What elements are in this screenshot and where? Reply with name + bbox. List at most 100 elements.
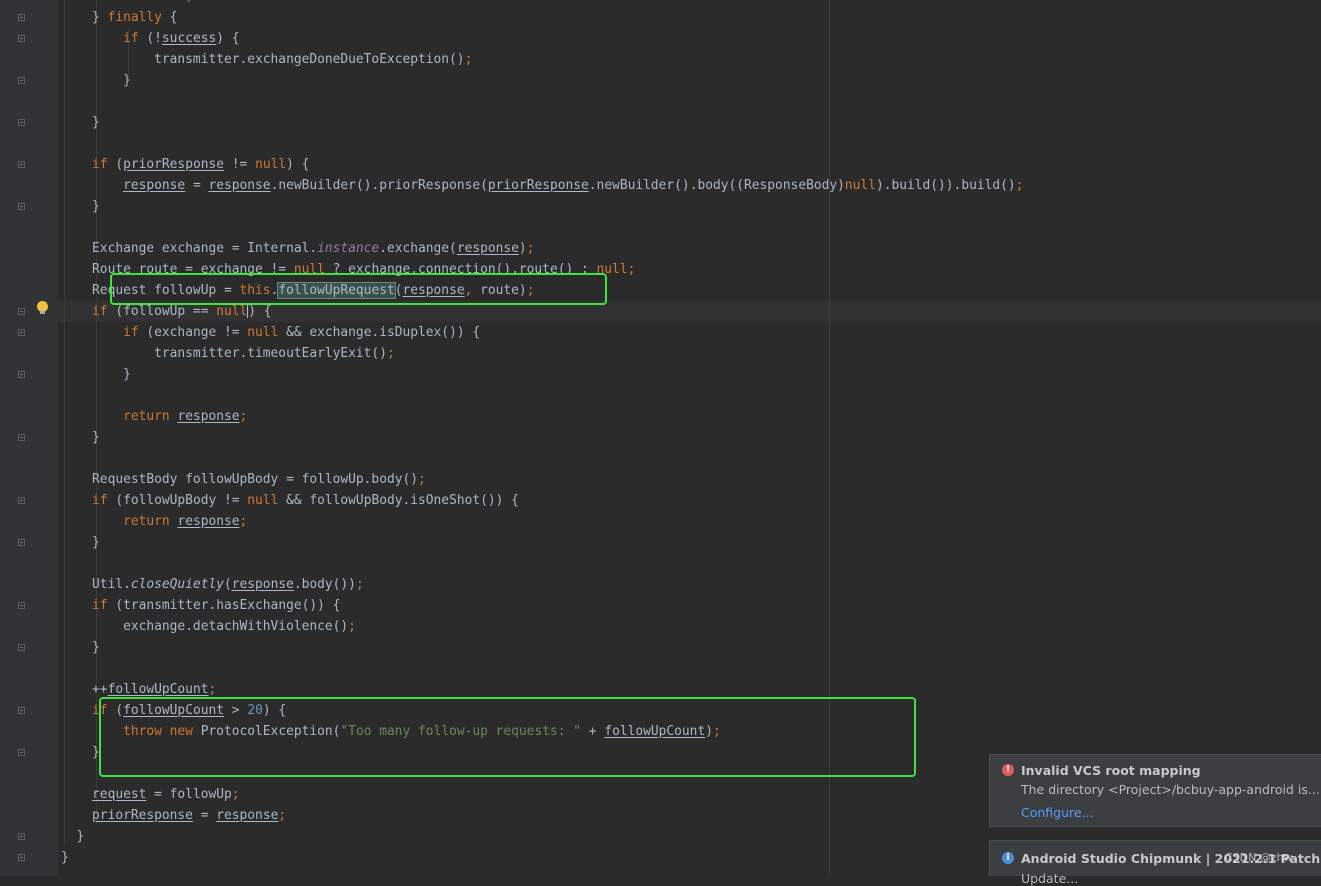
code-token: .exchange(	[379, 241, 457, 256]
notification-text: Update...	[1021, 871, 1079, 886]
code-token: && exchange.isDuplex()) {	[278, 325, 481, 340]
notification-vcs-root[interactable]: ! Invalid VCS root mapping The directory…	[989, 754, 1321, 827]
code-token: =	[192, 808, 217, 823]
code-line[interactable]: Util.closeQuietly(response.body());	[61, 574, 1023, 595]
code-line[interactable]: response = response.newBuilder().priorRe…	[61, 175, 1023, 196]
code-line[interactable]: Exchange exchange = Internal.instance.ex…	[61, 238, 1023, 259]
code-line[interactable]	[61, 133, 1023, 154]
code-token: null	[247, 325, 279, 340]
fold-marker[interactable]	[18, 539, 25, 546]
code-token: null	[844, 178, 876, 193]
code-line[interactable]	[61, 553, 1023, 574]
code-line[interactable]: continue;	[61, 0, 1023, 7]
code-token: ;	[386, 346, 395, 361]
code-token: success	[161, 31, 217, 46]
code-line[interactable]: transmitter.timeoutEarlyExit();	[61, 343, 1023, 364]
code-line[interactable]: }	[61, 427, 1023, 448]
code-line[interactable]: request = followUp;	[61, 784, 1023, 805]
code-line[interactable]: RequestBody followUpBody = followUp.body…	[61, 469, 1023, 490]
code-token: response	[177, 514, 240, 529]
fold-marker[interactable]	[18, 497, 25, 504]
code-token: priorResponse	[123, 157, 225, 172]
code-token: null	[216, 304, 248, 319]
code-token: ;	[526, 241, 535, 256]
code-line[interactable]: }	[61, 196, 1023, 217]
code-line[interactable]: return response;	[61, 511, 1023, 532]
code-token: ;	[355, 577, 364, 592]
fold-marker[interactable]	[18, 854, 25, 861]
lightbulb-icon[interactable]	[37, 301, 48, 314]
code-token: }	[61, 430, 100, 445]
fold-marker[interactable]	[18, 308, 25, 315]
fold-marker[interactable]	[18, 119, 25, 126]
code-line[interactable]: return response;	[61, 406, 1023, 427]
code-token: (exchange !=	[138, 325, 248, 340]
code-token: }	[61, 829, 85, 844]
code-token: if	[92, 598, 108, 613]
configure-link[interactable]: Configure...	[1021, 805, 1094, 820]
highlight-box-followup-count-check	[99, 697, 916, 777]
fold-marker[interactable]	[18, 602, 25, 609]
code-line[interactable]	[61, 217, 1023, 238]
code-line[interactable]: transmitter.exchangeDoneDueToException()…	[61, 49, 1023, 70]
code-line[interactable]: if (followUpBody != null && followUpBody…	[61, 490, 1023, 511]
fold-marker[interactable]	[18, 644, 25, 651]
code-line[interactable]: }	[61, 826, 1023, 847]
fold-marker[interactable]	[18, 749, 25, 756]
code-token: ;	[239, 409, 248, 424]
code-line[interactable]: if (!success) {	[61, 28, 1023, 49]
fold-marker[interactable]	[18, 434, 25, 441]
code-token: ) {	[216, 31, 240, 46]
code-line[interactable]: }	[61, 532, 1023, 553]
code-line[interactable]: exchange.detachWithViolence();	[61, 616, 1023, 637]
fold-marker[interactable]	[18, 707, 25, 714]
code-line[interactable]: }	[61, 112, 1023, 133]
code-token: ;	[418, 472, 426, 487]
code-token: }	[61, 199, 100, 214]
code-token: instance	[317, 241, 380, 256]
code-line[interactable]: if (exchange != null && exchange.isDuple…	[61, 322, 1023, 343]
code-token: followUpCount	[107, 682, 209, 697]
fold-marker[interactable]	[18, 77, 25, 84]
fold-marker[interactable]	[18, 329, 25, 336]
code-line[interactable]: }	[61, 637, 1023, 658]
code-token: finally	[107, 10, 162, 25]
code-line[interactable]: }	[61, 364, 1023, 385]
code-token: transmitter.exchangeDoneDueToException()	[61, 52, 465, 67]
fold-marker[interactable]	[18, 833, 25, 840]
fold-marker[interactable]	[18, 371, 25, 378]
code-line[interactable]: }	[61, 847, 1023, 868]
code-token: response	[208, 178, 271, 193]
code-token: }	[61, 745, 100, 760]
fold-marker[interactable]	[18, 161, 25, 168]
code-token: (	[107, 157, 124, 172]
code-token: (!	[138, 31, 162, 46]
code-token: response	[123, 178, 186, 193]
code-line[interactable]: if (transmitter.hasExchange()) {	[61, 595, 1023, 616]
code-line[interactable]: priorResponse = response;	[61, 805, 1023, 826]
code-line[interactable]	[61, 91, 1023, 112]
code-token: continue;	[123, 0, 193, 4]
code-token: RequestBody followUpBody = followUp.body…	[61, 472, 418, 487]
code-line[interactable]: if (priorResponse != null) {	[61, 154, 1023, 175]
code-token: ;	[348, 619, 356, 634]
code-token: {	[161, 10, 178, 25]
fold-marker[interactable]	[18, 14, 25, 21]
code-line[interactable]: } finally {	[61, 7, 1023, 28]
code-token: (followUp ==	[107, 304, 217, 319]
code-line[interactable]	[61, 448, 1023, 469]
watermark: CSDN @zhw	[1225, 851, 1293, 864]
fold-marker[interactable]	[18, 203, 25, 210]
code-token: (	[224, 577, 232, 592]
fold-marker[interactable]	[18, 35, 25, 42]
code-line[interactable]	[61, 385, 1023, 406]
code-line[interactable]: }	[61, 70, 1023, 91]
code-token: null	[247, 493, 279, 508]
code-line[interactable]	[61, 658, 1023, 679]
code-token: ;	[208, 682, 217, 697]
